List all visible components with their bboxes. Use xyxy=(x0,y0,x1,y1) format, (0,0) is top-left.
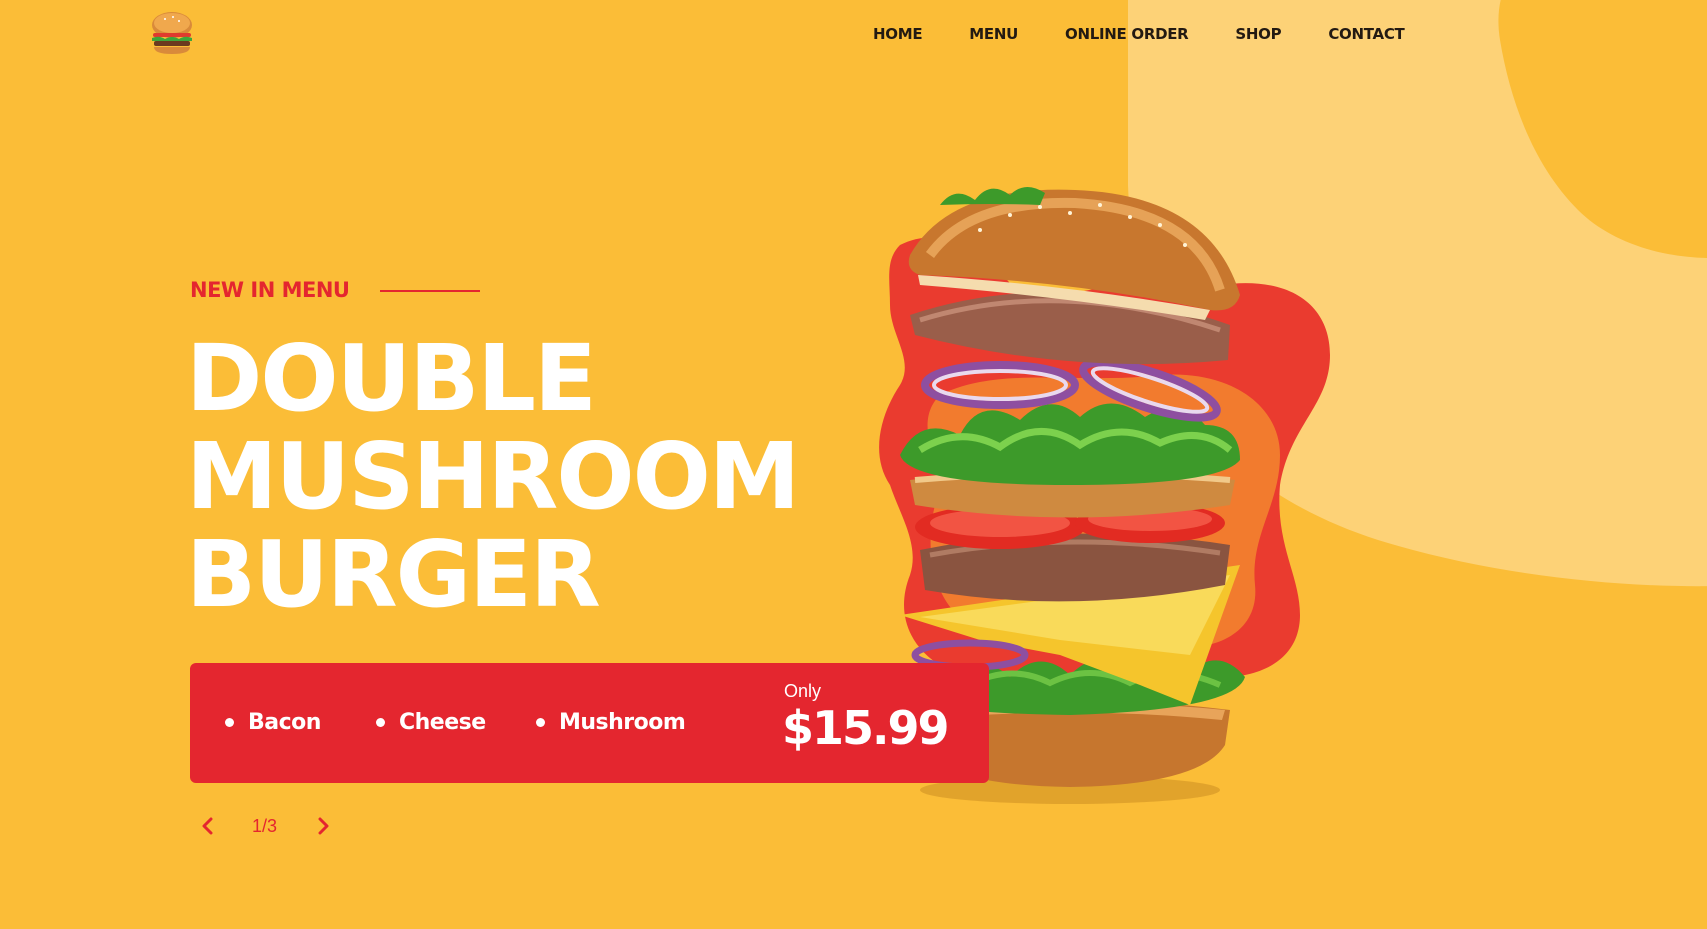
hero-title: DOUBLE MUSHROOM BURGER xyxy=(186,325,800,628)
hero-title-line: MUSHROOM xyxy=(186,423,800,530)
nav-contact[interactable]: CONTACT xyxy=(1328,25,1404,43)
bullet-icon xyxy=(225,718,234,727)
ingredient-label: Mushroom xyxy=(559,710,686,735)
slider-pager: 1/3 xyxy=(196,815,335,837)
chevron-left-icon[interactable] xyxy=(196,815,218,837)
price: $15.99 xyxy=(782,701,950,755)
kicker-row: NEW IN MENU xyxy=(190,278,481,302)
slide-counter: 1/3 xyxy=(252,815,278,836)
ingredient-item: Bacon xyxy=(225,710,321,735)
nav-shop[interactable]: SHOP xyxy=(1235,25,1281,43)
kicker-divider xyxy=(380,290,481,292)
nav-online-order[interactable]: ONLINE ORDER xyxy=(1065,25,1189,43)
bullet-icon xyxy=(376,718,385,727)
price-prefix: Only xyxy=(784,681,822,701)
bullet-icon xyxy=(536,718,545,727)
hero-title-line: DOUBLE xyxy=(186,325,597,432)
nav-menu[interactable]: MENU xyxy=(969,25,1018,43)
kicker-text: NEW IN MENU xyxy=(190,278,350,302)
ingredient-item: Cheese xyxy=(376,710,486,735)
hero-title-line: BURGER xyxy=(186,521,601,628)
ingredient-item: Mushroom xyxy=(536,710,686,735)
chevron-right-icon[interactable] xyxy=(313,815,335,837)
page: HOME MENU ONLINE ORDER SHOP CONTACT NEW … xyxy=(0,0,1707,929)
nav-home[interactable]: HOME xyxy=(873,25,923,43)
ingredient-label: Cheese xyxy=(399,710,486,735)
burger-logo-icon[interactable] xyxy=(147,7,197,57)
ingredient-label: Bacon xyxy=(248,710,321,735)
ingredients-price-bar: Bacon Cheese Mushroom Only $15.99 xyxy=(190,663,989,783)
main-nav: HOME MENU ONLINE ORDER SHOP CONTACT xyxy=(873,25,1451,43)
